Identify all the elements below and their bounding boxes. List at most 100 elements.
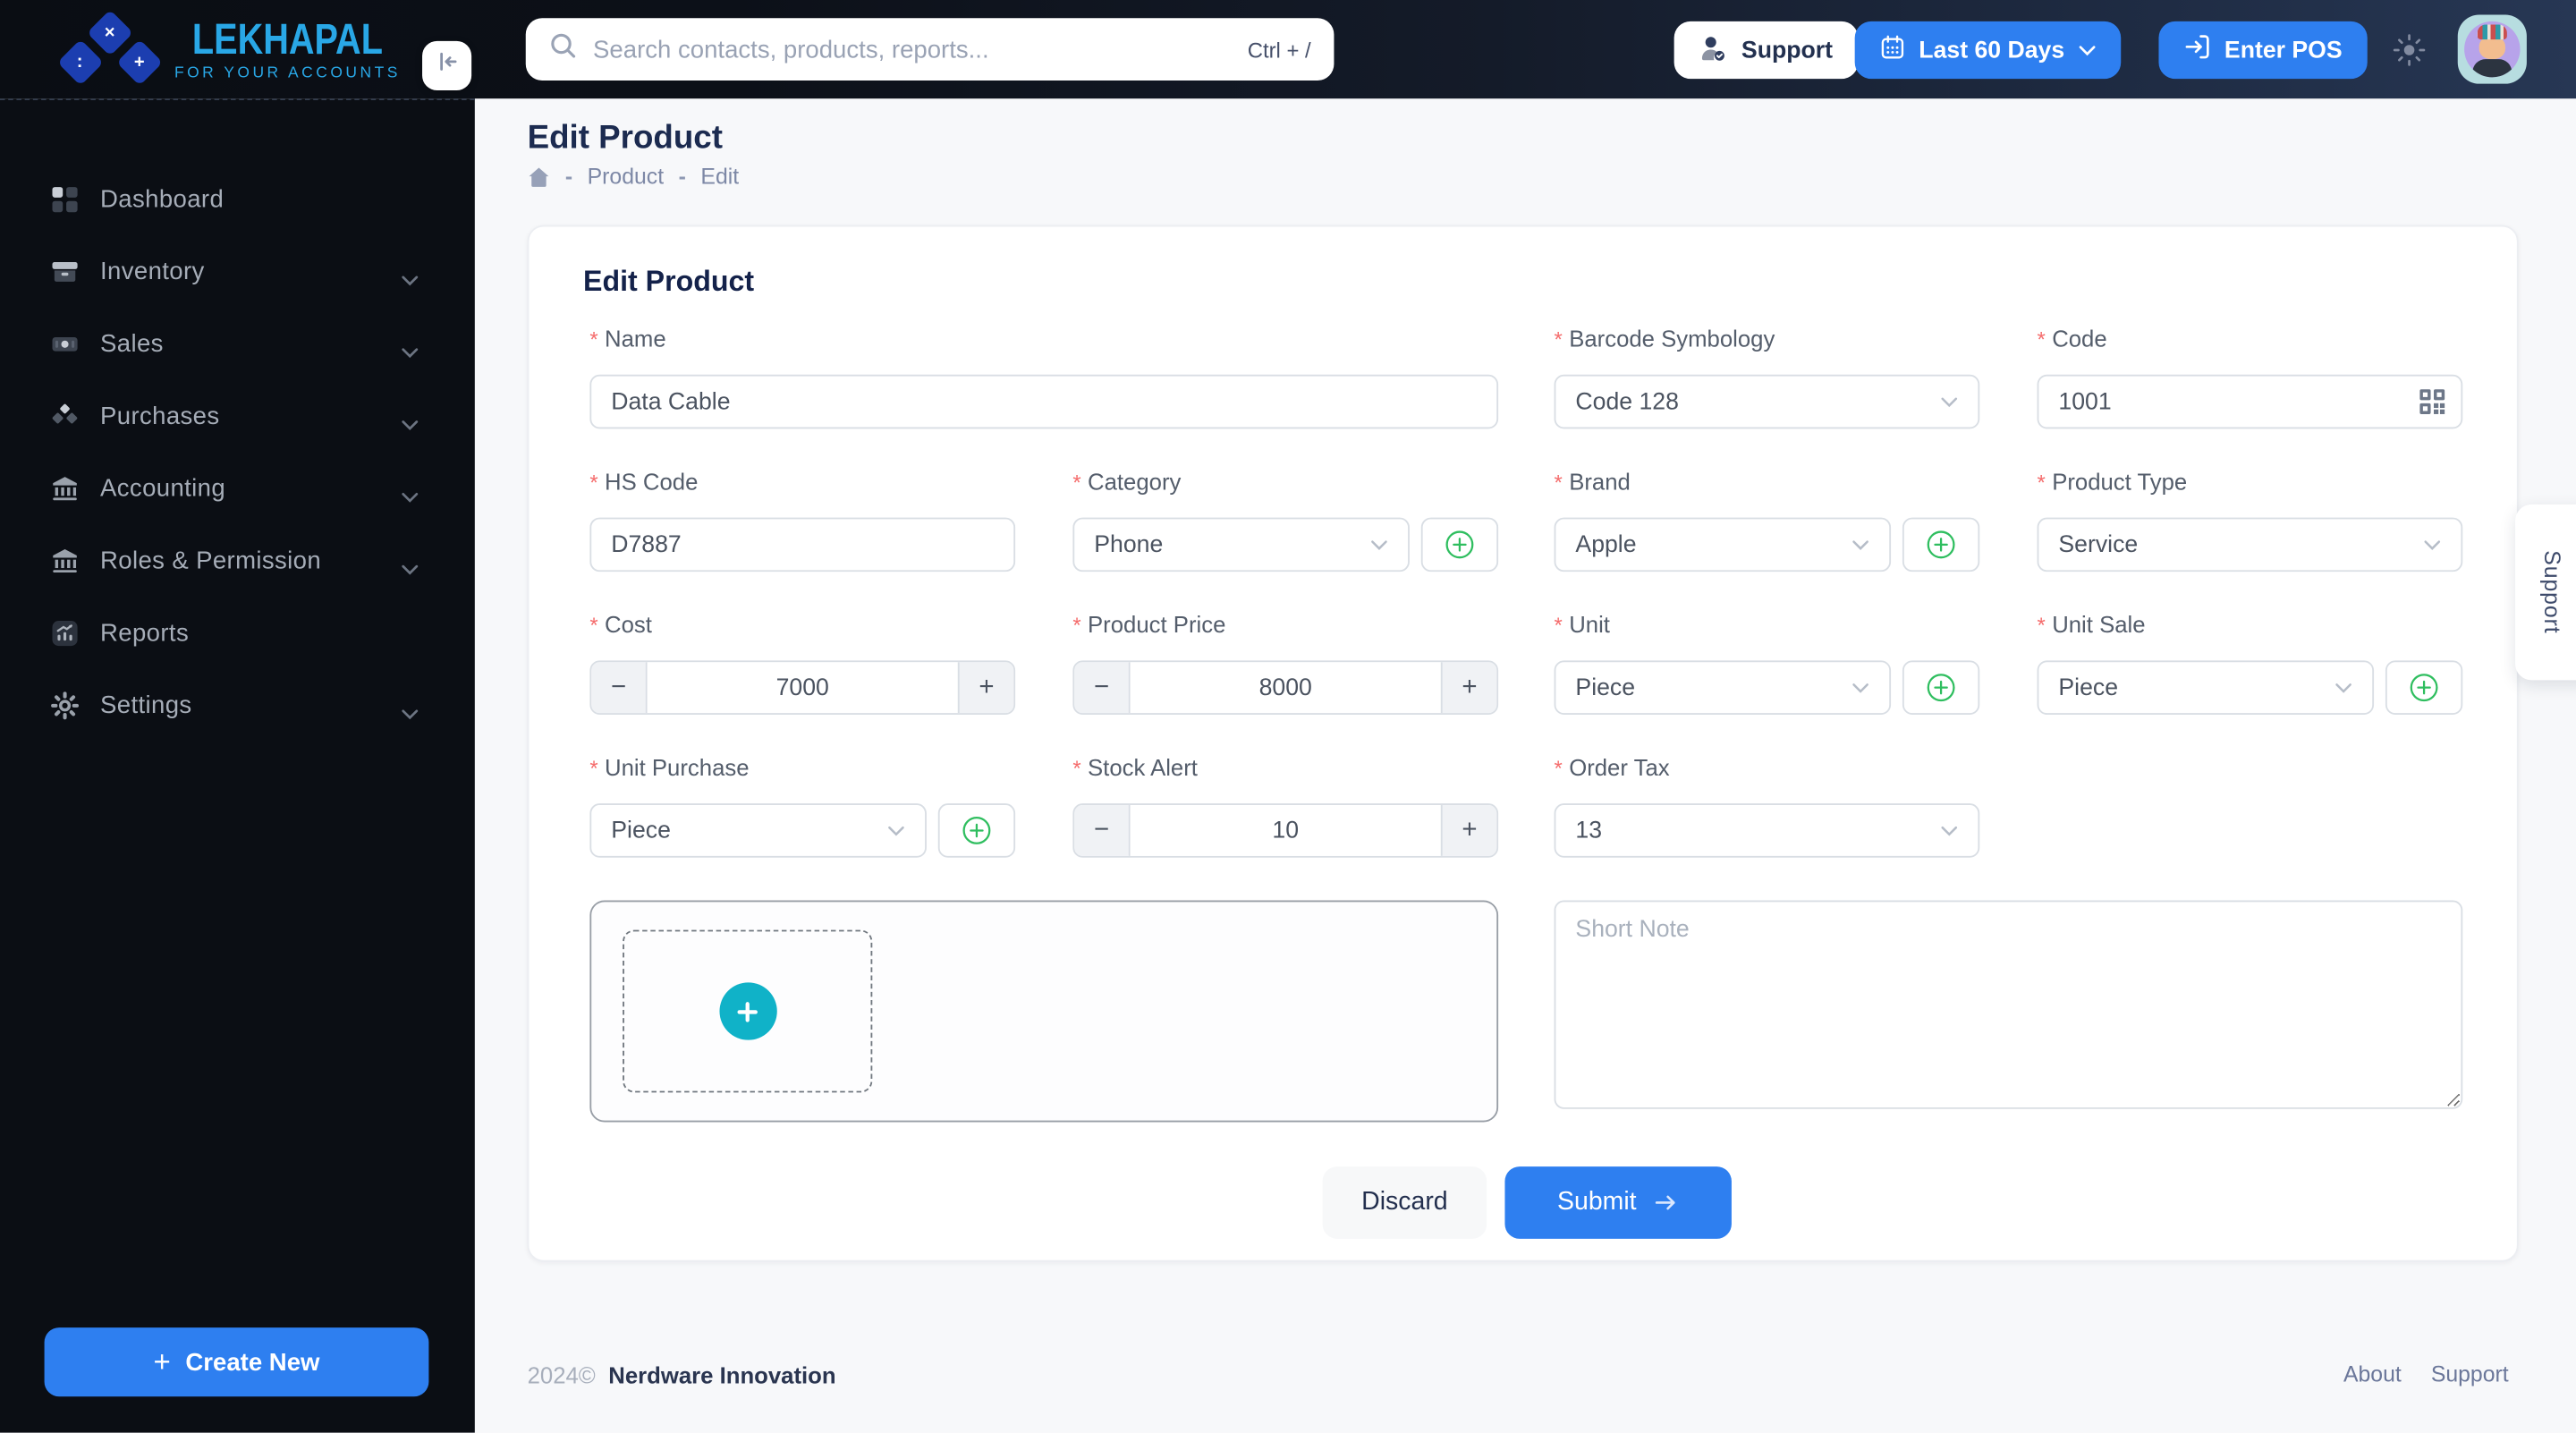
cost-input[interactable] <box>648 662 958 713</box>
image-upload-area <box>589 901 1498 1123</box>
footer-support-link[interactable]: Support <box>2431 1362 2509 1387</box>
search-shortcut-hint: Ctrl + / <box>1248 37 1311 62</box>
qr-code-icon[interactable] <box>2419 387 2446 415</box>
sidebar-item-accounting[interactable]: Accounting <box>0 452 475 524</box>
chart-icon <box>51 619 79 647</box>
barcode-symbology-field-wrap: Code 128 <box>1555 375 1980 429</box>
support-side-tab[interactable]: Support <box>2515 505 2576 681</box>
image-upload-dropzone[interactable] <box>623 930 872 1093</box>
order-tax-label: *Order Tax <box>1555 754 1670 780</box>
user-avatar[interactable] <box>2458 15 2527 84</box>
sidebar-item-purchases[interactable]: Purchases <box>0 379 475 452</box>
search-input[interactable] <box>593 35 1231 63</box>
brand-tagline: FOR YOUR ACCOUNTS <box>165 64 411 82</box>
home-icon[interactable] <box>528 165 551 189</box>
date-range-button[interactable]: Last 60 Days <box>1855 21 2121 79</box>
footer-links: About Support <box>2343 1362 2509 1387</box>
sidebar-item-label: Dashboard <box>100 185 224 213</box>
add-image-button[interactable] <box>719 982 776 1039</box>
add-unit-purchase-button[interactable] <box>938 803 1015 858</box>
sidebar-item-label: Inventory <box>100 257 205 284</box>
short-note-textarea[interactable] <box>1555 901 2463 1109</box>
name-field-wrap <box>589 375 1498 429</box>
breadcrumb-edit[interactable]: Edit <box>700 165 739 190</box>
product-price-decrement-button[interactable]: − <box>1074 662 1130 713</box>
unit-sale-value: Piece <box>2058 674 2118 700</box>
enter-pos-button[interactable]: Enter POS <box>2158 21 2367 79</box>
chevron-down-icon <box>2423 538 2441 552</box>
brand-label: *Brand <box>1555 468 1631 494</box>
chevron-down-icon <box>1852 538 1869 552</box>
chevron-down-icon <box>401 700 419 713</box>
chevron-down-icon <box>1940 824 1958 837</box>
chevron-down-icon <box>1370 538 1388 552</box>
product-price-input[interactable] <box>1131 662 1441 713</box>
name-input[interactable] <box>589 375 1498 429</box>
product-type-select[interactable]: Service <box>2038 518 2463 572</box>
category-select[interactable]: Phone <box>1072 518 1410 572</box>
bank-icon <box>51 474 79 502</box>
brand-select[interactable]: Apple <box>1555 518 1892 572</box>
breadcrumb-separator: - <box>679 165 686 190</box>
add-brand-button[interactable] <box>1902 518 1979 572</box>
product-price-label: *Product Price <box>1072 611 1225 637</box>
date-range-label: Last 60 Days <box>1919 37 2064 63</box>
sidebar-item-dashboard[interactable]: Dashboard <box>0 163 475 235</box>
stock-alert-increment-button[interactable]: + <box>1441 805 1496 856</box>
unit-value: Piece <box>1575 674 1635 700</box>
unit-purchase-label: *Unit Purchase <box>589 754 749 780</box>
stock-alert-input[interactable] <box>1131 805 1441 856</box>
cash-icon <box>51 329 79 357</box>
support-button[interactable]: Support <box>1674 21 1858 79</box>
sidebar-item-inventory[interactable]: Inventory <box>0 235 475 308</box>
sidebar-item-settings[interactable]: Settings <box>0 669 475 742</box>
unit-sale-select[interactable]: Piece <box>2038 660 2375 715</box>
unit-select[interactable]: Piece <box>1555 660 1892 715</box>
brand-logo: × : + <box>63 15 158 90</box>
code-input[interactable] <box>2038 375 2463 429</box>
card-title: Edit Product <box>583 265 754 300</box>
logo-diamond-multiply: × <box>87 10 133 56</box>
discard-button[interactable]: Discard <box>1323 1166 1487 1239</box>
footer-about-link[interactable]: About <box>2343 1362 2402 1387</box>
chevron-down-icon <box>1940 395 1958 409</box>
barcode-symbology-select[interactable]: Code 128 <box>1555 375 1980 429</box>
order-tax-select[interactable]: 13 <box>1555 803 1980 858</box>
cost-increment-button[interactable]: + <box>958 662 1013 713</box>
collapse-icon <box>435 49 460 82</box>
bank-icon <box>51 547 79 574</box>
cost-field-wrap: − + <box>589 660 1015 715</box>
plus-circle-icon <box>961 815 992 846</box>
add-unit-button[interactable] <box>1902 660 1979 715</box>
sidebar-item-roles-permission[interactable]: Roles & Permission <box>0 524 475 597</box>
create-new-button[interactable]: + Create New <box>45 1327 429 1396</box>
breadcrumb-product[interactable]: Product <box>588 165 664 190</box>
plus-circle-icon <box>2409 672 2440 703</box>
add-unit-sale-button[interactable] <box>2385 660 2462 715</box>
brand-field-wrap: Apple <box>1555 518 1980 572</box>
unit-sale-label: *Unit Sale <box>2038 611 2146 637</box>
product-price-stepper: − + <box>1072 660 1498 715</box>
sun-icon <box>2392 46 2427 73</box>
theme-toggle[interactable] <box>2392 33 2428 69</box>
sidebar-collapse-button[interactable] <box>422 41 471 90</box>
product-price-increment-button[interactable]: + <box>1441 662 1496 713</box>
submit-button[interactable]: Submit <box>1504 1166 1731 1239</box>
unit-purchase-select[interactable]: Piece <box>589 803 927 858</box>
category-field-wrap: Phone <box>1072 518 1498 572</box>
create-new-label: Create New <box>185 1348 319 1376</box>
stock-alert-decrement-button[interactable]: − <box>1074 805 1130 856</box>
add-category-button[interactable] <box>1421 518 1498 572</box>
sidebar-item-label: Roles & Permission <box>100 547 321 574</box>
hs-code-field-wrap <box>589 518 1015 572</box>
sidebar-item-sales[interactable]: Sales <box>0 307 475 379</box>
sidebar-item-reports[interactable]: Reports <box>0 597 475 669</box>
logo-symbol: : <box>78 54 84 72</box>
cost-decrement-button[interactable]: − <box>591 662 647 713</box>
stock-alert-label: *Stock Alert <box>1072 754 1198 780</box>
grid-icon <box>51 185 79 213</box>
breadcrumb: - Product - Edit <box>528 165 740 190</box>
support-side-tab-label: Support <box>2540 550 2565 633</box>
hs-code-input[interactable] <box>589 518 1015 572</box>
chevron-down-icon <box>401 555 419 569</box>
